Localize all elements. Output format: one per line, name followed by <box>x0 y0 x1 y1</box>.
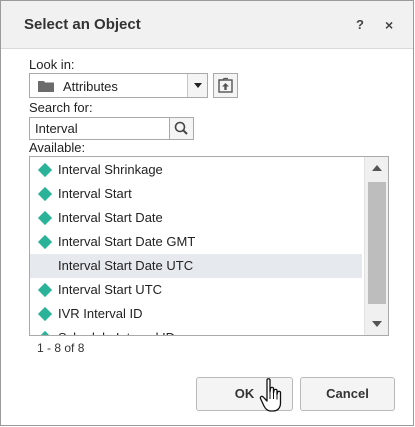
dialog-titlebar: Select an Object ? × <box>1 1 413 49</box>
available-list[interactable]: Interval Shrinkage Interval Start Interv… <box>29 156 389 336</box>
look-in-select[interactable]: Attributes <box>29 73 208 98</box>
list-scrollbar[interactable] <box>364 157 388 335</box>
list-item[interactable]: Interval Start UTC <box>30 278 362 302</box>
search-icon <box>174 121 188 135</box>
list-item[interactable]: Schedule Interval ID <box>30 326 362 335</box>
search-input[interactable] <box>29 117 170 140</box>
list-item-label: Interval Start Date GMT <box>58 234 196 249</box>
up-one-level-button[interactable] <box>213 73 238 98</box>
search-for-label: Search for: <box>29 100 93 115</box>
chevron-down-icon <box>194 83 202 88</box>
help-button[interactable]: ? <box>356 18 364 32</box>
close-button[interactable]: × <box>385 18 393 32</box>
list-item-label: Interval Start UTC <box>58 282 163 297</box>
list-item-selected[interactable]: Interval Start Date UTC <box>30 254 362 278</box>
attribute-icon <box>37 210 53 226</box>
select-object-dialog: Select an Object ? × Look in: Attributes… <box>0 0 414 426</box>
attribute-icon <box>37 234 53 250</box>
scroll-thumb[interactable] <box>368 182 386 304</box>
attribute-icon <box>37 162 53 178</box>
list-item-label: Interval Start Date UTC <box>58 258 194 273</box>
attribute-icon <box>37 330 53 335</box>
folder-up-icon <box>218 77 233 93</box>
search-button[interactable] <box>169 117 194 140</box>
list-item-label: Interval Shrinkage <box>58 162 163 177</box>
list-item[interactable]: Interval Start Date <box>30 206 362 230</box>
cancel-button[interactable]: Cancel <box>300 377 395 411</box>
dropdown-button[interactable] <box>187 74 207 97</box>
attribute-icon <box>37 186 53 202</box>
list-item[interactable]: Interval Start <box>30 182 362 206</box>
list-item[interactable]: Interval Start Date GMT <box>30 230 362 254</box>
chevron-up-icon <box>372 165 382 171</box>
chevron-down-icon <box>372 321 382 327</box>
scroll-down-button[interactable] <box>365 313 388 335</box>
list-item[interactable]: IVR Interval ID <box>30 302 362 326</box>
hand-cursor-icon <box>259 378 282 412</box>
look-in-label: Look in: <box>29 57 75 72</box>
look-in-value: Attributes <box>63 79 118 94</box>
dialog-title: Select an Object <box>24 16 141 33</box>
folder-icon <box>38 81 54 92</box>
attribute-icon <box>37 306 53 322</box>
attribute-icon <box>37 282 53 298</box>
list-item-label: Interval Start Date <box>58 210 163 225</box>
list-item-label: Schedule Interval ID <box>58 326 175 335</box>
scroll-up-button[interactable] <box>365 157 388 179</box>
list-item-label: IVR Interval ID <box>58 306 143 321</box>
list-item-label: Interval Start <box>58 186 132 201</box>
available-label: Available: <box>29 140 86 155</box>
list-item[interactable]: Interval Shrinkage <box>30 158 362 182</box>
item-count: 1 - 8 of 8 <box>37 341 85 355</box>
